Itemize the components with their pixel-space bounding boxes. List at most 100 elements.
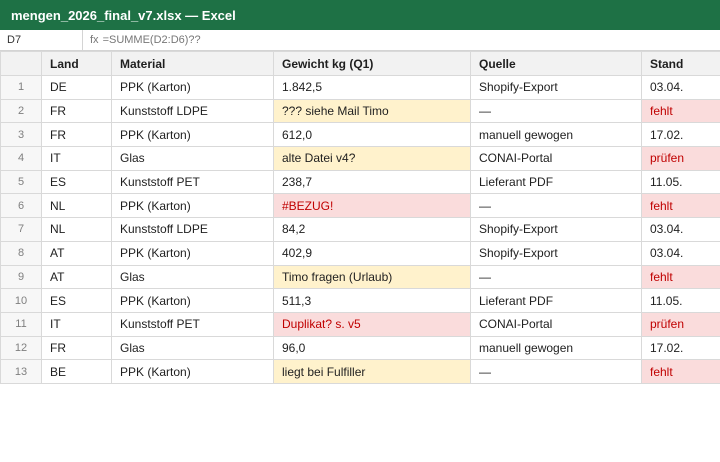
grid-body: 1 DE PPK (Karton) 1.842,5 Shopify-Export 03.0…: [0, 75, 720, 384]
cell-land[interactable]: DE: [41, 75, 112, 100]
cell-gewicht[interactable]: 84,2: [273, 217, 471, 242]
cell-quelle[interactable]: CONAI-Portal: [470, 311, 642, 337]
cell-stand[interactable]: 03.04.: [641, 217, 720, 242]
cell-gewicht[interactable]: 511,3: [273, 288, 471, 313]
table-row: 5 ES Kunststoff PET 238,7 Lieferant PDF 11.05…: [0, 169, 720, 195]
cell-quelle[interactable]: Shopify-Export: [470, 240, 642, 266]
cell-gewicht[interactable]: ??? siehe Mail Timo: [273, 98, 471, 124]
cell-material[interactable]: PPK (Karton): [111, 240, 274, 266]
cell-gewicht[interactable]: Duplikat? s. v5: [273, 311, 471, 337]
cell-gewicht[interactable]: Timo fragen (Urlaub): [273, 264, 471, 290]
cell-gewicht[interactable]: 238,7: [273, 169, 471, 195]
cell-stand[interactable]: fehlt: [641, 359, 720, 384]
column-header-land[interactable]: Land: [41, 51, 112, 76]
row-number[interactable]: 1: [0, 75, 42, 100]
cell-land[interactable]: IT: [41, 311, 112, 337]
cell-material[interactable]: Kunststoff PET: [111, 169, 274, 195]
cell-land[interactable]: NL: [41, 217, 112, 242]
cell-stand[interactable]: fehlt: [641, 98, 720, 124]
cell-land[interactable]: FR: [41, 122, 112, 148]
cell-land[interactable]: AT: [41, 240, 112, 266]
header-row: Land Material Gewicht kg (Q1) Quelle Sta…: [0, 51, 720, 76]
row-number[interactable]: 12: [0, 335, 42, 361]
cell-quelle[interactable]: CONAI-Portal: [470, 146, 642, 171]
cell-land[interactable]: AT: [41, 264, 112, 290]
cell-quelle[interactable]: Shopify-Export: [470, 217, 642, 242]
cell-material[interactable]: PPK (Karton): [111, 359, 274, 384]
cell-stand[interactable]: 17.02.: [641, 335, 720, 361]
cell-gewicht[interactable]: alte Datei v4?: [273, 146, 471, 171]
cell-land[interactable]: ES: [41, 288, 112, 313]
cell-quelle[interactable]: manuell gewogen: [470, 335, 642, 361]
cell-reference: D7: [7, 34, 22, 46]
cell-stand[interactable]: 11.05.: [641, 288, 720, 313]
formula-input[interactable]: fx =SUMME(D2:D6)??: [83, 34, 201, 46]
cell-material[interactable]: Kunststoff PET: [111, 311, 274, 337]
cell-gewicht[interactable]: #BEZUG!: [273, 193, 471, 219]
cell-material[interactable]: Glas: [111, 264, 274, 290]
cell-land[interactable]: FR: [41, 98, 112, 124]
table-row: 6 NL PPK (Karton) #BEZUG! — fehlt: [0, 193, 720, 219]
data-grid: Land Material Gewicht kg (Q1) Quelle Sta…: [0, 51, 720, 384]
row-number[interactable]: 9: [0, 264, 42, 290]
column-header-stand[interactable]: Stand: [641, 51, 720, 76]
cell-stand[interactable]: 03.04.: [641, 240, 720, 266]
name-box[interactable]: D7: [0, 30, 83, 50]
column-header-material[interactable]: Material: [111, 51, 274, 76]
cell-stand[interactable]: prüfen: [641, 146, 720, 171]
cell-stand[interactable]: fehlt: [641, 264, 720, 290]
cell-stand[interactable]: fehlt: [641, 193, 720, 219]
cell-material[interactable]: PPK (Karton): [111, 75, 274, 100]
cell-land[interactable]: FR: [41, 335, 112, 361]
cell-land[interactable]: ES: [41, 169, 112, 195]
row-number[interactable]: 6: [0, 193, 42, 219]
row-number[interactable]: 5: [0, 169, 42, 195]
cell-material[interactable]: Glas: [111, 335, 274, 361]
cell-gewicht[interactable]: 96,0: [273, 335, 471, 361]
cell-quelle[interactable]: Lieferant PDF: [470, 169, 642, 195]
cell-material[interactable]: PPK (Karton): [111, 122, 274, 148]
row-number[interactable]: 10: [0, 288, 42, 313]
row-number[interactable]: 4: [0, 146, 42, 171]
cell-material[interactable]: PPK (Karton): [111, 288, 274, 313]
cell-gewicht[interactable]: 402,9: [273, 240, 471, 266]
row-number[interactable]: 13: [0, 359, 42, 384]
window-title: mengen_2026_final_v7.xlsx — Excel: [11, 7, 236, 23]
cell-quelle[interactable]: manuell gewogen: [470, 122, 642, 148]
worksheet: Land Material Gewicht kg (Q1) Quelle Sta…: [0, 51, 720, 384]
cell-gewicht[interactable]: 1.842,5: [273, 75, 471, 100]
row-number[interactable]: 7: [0, 217, 42, 242]
cell-material[interactable]: Kunststoff LDPE: [111, 217, 274, 242]
select-all-corner[interactable]: [0, 51, 42, 76]
row-number[interactable]: 2: [0, 98, 42, 124]
table-row: 1 DE PPK (Karton) 1.842,5 Shopify-Export 03.0…: [0, 75, 720, 100]
cell-quelle[interactable]: Shopify-Export: [470, 75, 642, 100]
table-row: 3 FR PPK (Karton) 612,0 manuell gewogen 17.02…: [0, 122, 720, 148]
cell-stand[interactable]: 03.04.: [641, 75, 720, 100]
table-row: 4 IT Glas alte Datei v4? CONAI-Portal prüfen: [0, 146, 720, 171]
row-number[interactable]: 11: [0, 311, 42, 337]
cell-material[interactable]: PPK (Karton): [111, 193, 274, 219]
cell-quelle[interactable]: —: [470, 193, 642, 219]
table-row: 12 FR Glas 96,0 manuell gewogen 17.02.: [0, 335, 720, 361]
cell-quelle[interactable]: —: [470, 98, 642, 124]
cell-quelle[interactable]: Lieferant PDF: [470, 288, 642, 313]
cell-gewicht[interactable]: 612,0: [273, 122, 471, 148]
cell-stand[interactable]: 11.05.: [641, 169, 720, 195]
table-row: 7 NL Kunststoff LDPE 84,2 Shopify-Export 03.0…: [0, 217, 720, 242]
cell-land[interactable]: BE: [41, 359, 112, 384]
cell-material[interactable]: Kunststoff LDPE: [111, 98, 274, 124]
cell-stand[interactable]: 17.02.: [641, 122, 720, 148]
cell-quelle[interactable]: —: [470, 359, 642, 384]
cell-stand[interactable]: prüfen: [641, 311, 720, 337]
cell-land[interactable]: IT: [41, 146, 112, 171]
column-header-quelle[interactable]: Quelle: [470, 51, 642, 76]
table-row: 9 AT Glas Timo fragen (Urlaub) — fehlt: [0, 264, 720, 290]
row-number[interactable]: 8: [0, 240, 42, 266]
column-header-gewicht[interactable]: Gewicht kg (Q1): [273, 51, 471, 76]
cell-land[interactable]: NL: [41, 193, 112, 219]
cell-material[interactable]: Glas: [111, 146, 274, 171]
cell-gewicht[interactable]: liegt bei Fulfiller: [273, 359, 471, 384]
row-number[interactable]: 3: [0, 122, 42, 148]
cell-quelle[interactable]: —: [470, 264, 642, 290]
